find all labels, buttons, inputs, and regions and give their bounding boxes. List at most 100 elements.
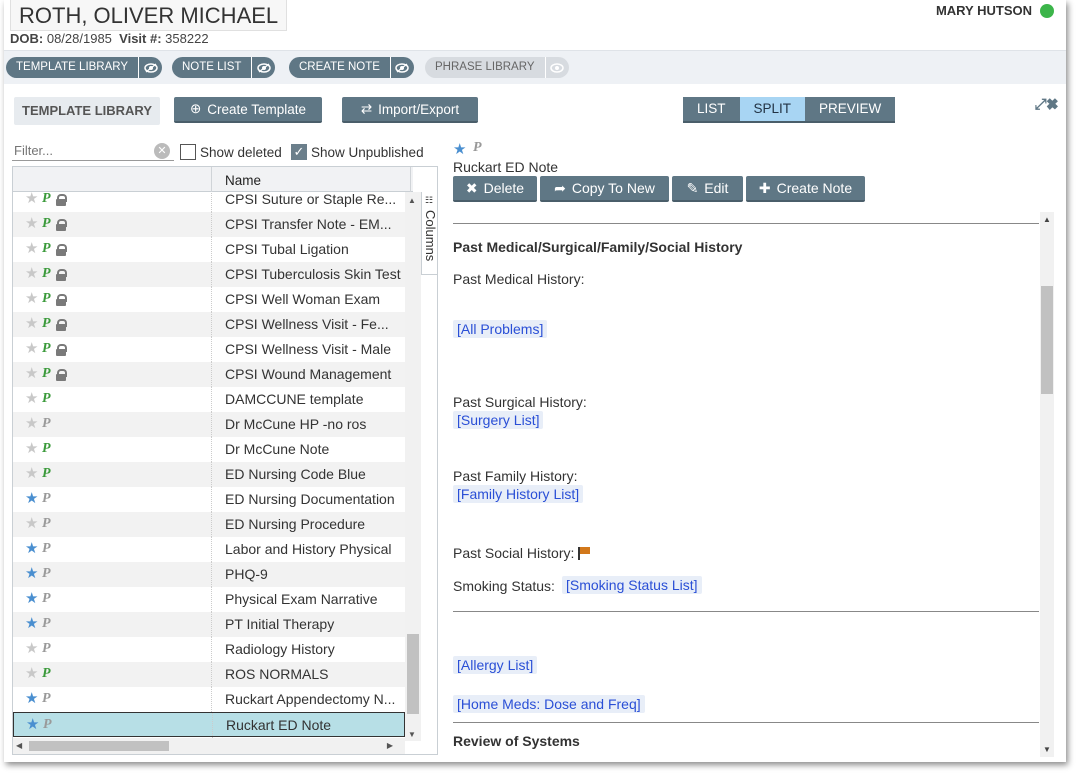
favorite-star-icon[interactable]: ★ bbox=[25, 616, 39, 631]
view-split-button[interactable]: SPLIT bbox=[739, 97, 806, 123]
eye-icon[interactable] bbox=[389, 57, 414, 78]
table-row[interactable]: ★ P CPSI Wound Management bbox=[13, 362, 405, 387]
favorite-star-icon[interactable]: ★ bbox=[26, 717, 40, 732]
scroll-up-icon[interactable]: ▲ bbox=[1043, 215, 1051, 224]
scroll-down-icon[interactable]: ▼ bbox=[408, 730, 416, 739]
expand-icon[interactable]: ⤢ bbox=[1035, 96, 1047, 113]
copy-to-new-button[interactable]: ➦ Copy To New bbox=[540, 176, 669, 202]
table-row[interactable]: ★ P CPSI Transfer Note - EM... bbox=[13, 212, 405, 237]
favorite-star-icon[interactable]: ★ bbox=[25, 491, 39, 506]
scroll-thumb[interactable] bbox=[407, 634, 419, 714]
surgery-list-token[interactable]: [Surgery List] bbox=[453, 411, 544, 429]
scroll-right-icon[interactable]: ▶ bbox=[387, 741, 393, 750]
table-row[interactable]: ★ P Physical Exam Narrative bbox=[13, 587, 405, 612]
scroll-thumb[interactable] bbox=[1041, 286, 1053, 394]
star-outline-icon[interactable]: ★ bbox=[25, 641, 39, 656]
publish-status-badge: P bbox=[473, 140, 482, 155]
star-outline-icon[interactable]: ★ bbox=[25, 316, 39, 331]
table-row[interactable]: ★ P ED Nursing Procedure bbox=[13, 512, 405, 537]
table-row[interactable]: ★ P Ruckart Appendectomy N... bbox=[13, 687, 405, 712]
table-row[interactable]: ★ P ED Nursing Code Blue bbox=[13, 462, 405, 487]
allergy-list-token[interactable]: [Allergy List] bbox=[453, 656, 538, 674]
star-outline-icon[interactable]: ★ bbox=[25, 416, 39, 431]
table-row[interactable]: ★ P DAMCCUNE template bbox=[13, 387, 405, 412]
star-outline-icon[interactable]: ★ bbox=[25, 466, 39, 481]
create-template-button[interactable]: ⊕ Create Template bbox=[174, 97, 322, 123]
tab-create-note[interactable]: CREATE NOTE bbox=[289, 57, 414, 78]
edit-button[interactable]: ✎ Edit bbox=[672, 176, 743, 202]
eye-icon[interactable] bbox=[138, 57, 163, 78]
star-outline-icon[interactable]: ★ bbox=[25, 391, 39, 406]
eye-icon[interactable] bbox=[544, 57, 569, 78]
table-row[interactable]: ★ P Dr McCune Note bbox=[13, 437, 405, 462]
all-problems-token[interactable]: [All Problems] bbox=[453, 320, 548, 338]
psoc-row: Past Social History: bbox=[453, 545, 591, 561]
import-export-button[interactable]: ⇄ Import/Export bbox=[342, 97, 478, 123]
star-outline-icon[interactable]: ★ bbox=[25, 241, 39, 256]
scroll-up-icon[interactable]: ▲ bbox=[408, 196, 416, 205]
eye-icon[interactable] bbox=[251, 57, 276, 78]
star-outline-icon[interactable]: ★ bbox=[25, 441, 39, 456]
table-row[interactable]: ★ P CPSI Tubal Ligation bbox=[13, 237, 405, 262]
current-user[interactable]: MARY HUTSON bbox=[936, 3, 1054, 18]
preview-scrollbar[interactable]: ▲ ▼ bbox=[1040, 212, 1054, 757]
table-row[interactable]: ★ P CPSI Well Woman Exam bbox=[13, 287, 405, 312]
grid-vertical-scrollbar[interactable]: ▲ ▼ bbox=[405, 192, 421, 741]
checkbox-icon[interactable] bbox=[180, 144, 196, 160]
checkbox-checked-icon[interactable]: ✓ bbox=[291, 144, 307, 160]
favorite-star-icon[interactable]: ★ bbox=[25, 591, 39, 606]
table-row[interactable]: ★ P CPSI Tuberculosis Skin Test bbox=[13, 262, 405, 287]
home-meds-token[interactable]: [Home Meds: Dose and Freq] bbox=[453, 695, 645, 713]
create-note-button[interactable]: ✚ Create Note bbox=[746, 176, 865, 202]
star-outline-icon[interactable]: ★ bbox=[25, 266, 39, 281]
tab-note-list[interactable]: NOTE LIST bbox=[172, 57, 276, 78]
scroll-thumb[interactable] bbox=[29, 741, 169, 751]
unpublished-icon: P bbox=[42, 516, 51, 531]
table-row[interactable]: ★ P Labor and History Physical bbox=[13, 537, 405, 562]
table-row[interactable]: ★ P PT Initial Therapy bbox=[13, 612, 405, 637]
button-label: Import/Export bbox=[378, 101, 460, 117]
table-row[interactable]: ★ P CPSI Wellness Visit - Fe... bbox=[13, 312, 405, 337]
star-outline-icon[interactable]: ★ bbox=[25, 291, 39, 306]
star-outline-icon[interactable]: ★ bbox=[25, 666, 39, 681]
table-row[interactable]: ★ P Dr McCune HP -no ros bbox=[13, 412, 405, 437]
smoking-status-token[interactable]: [Smoking Status List] bbox=[562, 576, 702, 594]
clear-filter-icon[interactable]: ✕ bbox=[154, 143, 170, 159]
star-outline-icon[interactable]: ★ bbox=[25, 341, 39, 356]
favorite-star-icon[interactable]: ★ bbox=[25, 566, 39, 581]
show-unpublished-checkbox[interactable]: ✓ Show Unpublished bbox=[291, 144, 424, 160]
table-row[interactable]: ★ P Ruckart ED Note bbox=[13, 712, 405, 738]
columns-panel-toggle[interactable]: ☷ Columns bbox=[421, 192, 437, 275]
table-row[interactable]: ★ P ED Nursing Documentation bbox=[13, 487, 405, 512]
view-list-button[interactable]: LIST bbox=[683, 97, 740, 123]
row-status-icons: ★ P bbox=[25, 341, 67, 357]
table-row[interactable]: ★ P CPSI Wellness Visit - Male bbox=[13, 337, 405, 362]
template-name: CPSI Transfer Note - EM... bbox=[225, 216, 392, 232]
grid-horizontal-scrollbar[interactable]: ◀ ▶ bbox=[13, 738, 405, 754]
scroll-left-icon[interactable]: ◀ bbox=[16, 741, 22, 750]
star-outline-icon[interactable]: ★ bbox=[25, 366, 39, 381]
close-icon[interactable]: ✖ bbox=[1047, 96, 1058, 113]
scroll-down-icon[interactable]: ▼ bbox=[1043, 745, 1051, 754]
favorite-star-icon[interactable]: ★ bbox=[25, 541, 39, 556]
template-name: CPSI Wound Management bbox=[225, 366, 392, 382]
star-outline-icon[interactable]: ★ bbox=[25, 191, 39, 206]
favorite-star-icon[interactable]: ★ bbox=[453, 140, 466, 158]
favorite-star-icon[interactable]: ★ bbox=[25, 691, 39, 706]
delete-button[interactable]: ✖ Delete bbox=[453, 176, 537, 202]
star-outline-icon[interactable]: ★ bbox=[25, 216, 39, 231]
tab-phrase-library[interactable]: PHRASE LIBRARY bbox=[425, 57, 569, 78]
table-row[interactable]: ★ P Radiology History bbox=[13, 637, 405, 662]
show-deleted-checkbox[interactable]: Show deleted bbox=[180, 144, 282, 160]
module-tab-bar: TEMPLATE LIBRARY NOTE LIST CREATE NOTE P… bbox=[4, 50, 1066, 84]
table-row[interactable]: ★ P ROS NORMALS bbox=[13, 662, 405, 687]
column-header-name[interactable]: Name bbox=[225, 173, 261, 188]
star-outline-icon[interactable]: ★ bbox=[25, 516, 39, 531]
grid-icon: ☷ bbox=[425, 195, 434, 205]
table-row[interactable]: ★ P PHQ-9 bbox=[13, 562, 405, 587]
tab-template-library[interactable]: TEMPLATE LIBRARY bbox=[6, 57, 163, 78]
filter-input[interactable] bbox=[12, 141, 174, 161]
view-preview-button[interactable]: PREVIEW bbox=[805, 97, 896, 123]
column-divider bbox=[211, 167, 212, 192]
family-history-token[interactable]: [Family History List] bbox=[453, 485, 584, 503]
